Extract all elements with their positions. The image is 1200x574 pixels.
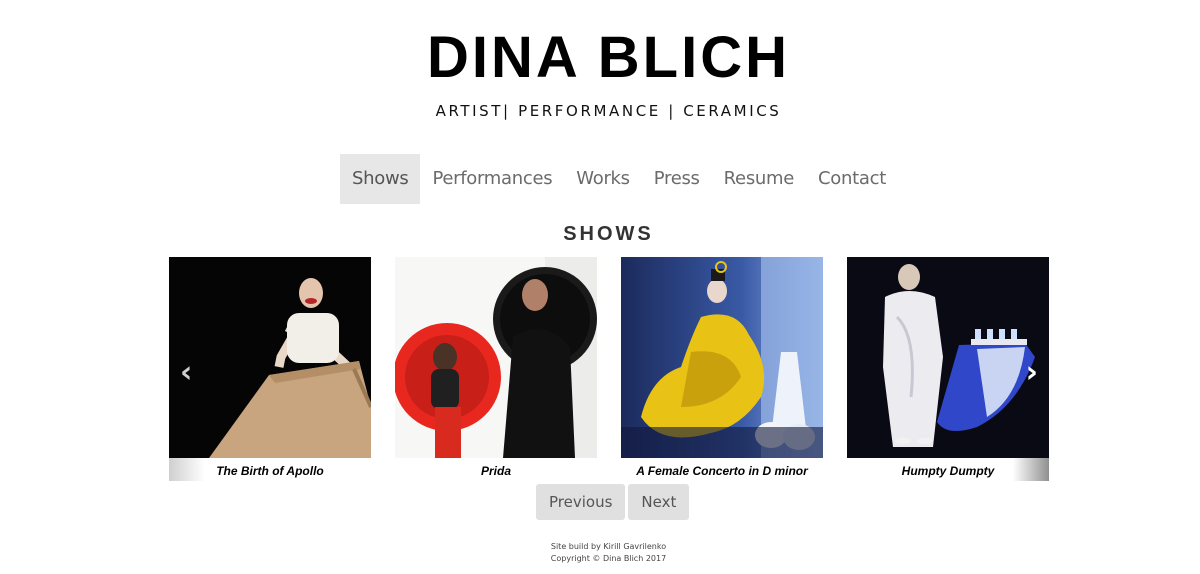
carousel-slide[interactable]: A Female Concerto in D minor <box>621 257 823 481</box>
main-nav: Shows Performances Works Press Resume Co… <box>340 154 898 204</box>
next-button[interactable]: Next <box>628 484 690 520</box>
previous-button[interactable]: Previous <box>536 484 626 520</box>
slide-caption: Humpty Dumpty <box>901 464 995 478</box>
carousel-slide[interactable]: The Birth of Apollo <box>169 257 371 481</box>
nav-item-press[interactable]: Press <box>642 154 712 204</box>
show-photo[interactable] <box>169 257 371 458</box>
site-subtitle: ARTIST| PERFORMANCE | CERAMICS <box>435 102 782 120</box>
site-title: DINA BLICH <box>427 25 790 90</box>
footer-credit: Site build by Kirill Gavrilenko <box>550 542 667 551</box>
nav-item-shows[interactable]: Shows <box>340 154 421 204</box>
nav-item-resume[interactable]: Resume <box>712 154 806 204</box>
chevron-left-icon[interactable]: ‹ <box>180 358 192 388</box>
slide-caption: A Female Concerto in D minor <box>636 464 808 478</box>
footer: Site build by Kirill Gavrilenko Copyrigh… <box>0 541 1200 565</box>
chevron-right-icon[interactable]: › <box>1026 358 1038 388</box>
show-photo[interactable] <box>395 257 597 458</box>
footer-copyright: Copyright © Dina Blich 2017 <box>550 554 667 563</box>
nav-item-performances[interactable]: Performances <box>420 154 564 204</box>
carousel-slide[interactable]: Humpty Dumpty <box>847 257 1049 481</box>
shows-carousel: The Birth of Apollo Prida A Female Conce… <box>169 257 1049 481</box>
nav-item-contact[interactable]: Contact <box>806 154 898 204</box>
pager: Previous Next <box>536 484 690 520</box>
show-photo[interactable] <box>621 257 823 458</box>
show-photo[interactable] <box>847 257 1049 458</box>
slide-caption: The Birth of Apollo <box>216 464 324 478</box>
carousel-slide[interactable]: Prida <box>395 257 597 481</box>
nav-item-works[interactable]: Works <box>564 154 641 204</box>
slide-caption: Prida <box>480 464 511 478</box>
section-heading: SHOWS <box>563 223 654 245</box>
